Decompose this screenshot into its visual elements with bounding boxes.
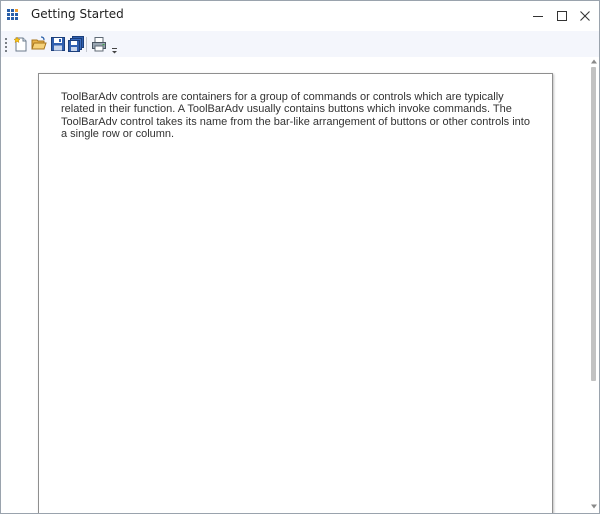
toolbar-overflow-button[interactable] [110,40,120,54]
scroll-thumb[interactable] [591,67,596,381]
open-button[interactable] [31,36,47,52]
app-grid-icon [7,9,20,22]
minimize-button[interactable] [526,1,550,31]
document-page: ToolBarAdv controls are containers for a… [38,73,553,513]
content-area: ToolBarAdv controls are containers for a… [1,57,589,513]
minimize-icon [533,16,543,17]
overflow-dropdown-icon [112,48,117,54]
vertical-scrollbar[interactable] [589,57,599,513]
new-document-icon [13,36,27,52]
toolbar [1,31,599,57]
maximize-button[interactable] [550,1,574,31]
scroll-up-arrow-icon[interactable] [591,59,597,64]
app-window: Getting Started ToolBarAdv controls are … [0,0,600,514]
print-button[interactable] [91,36,107,52]
save-button[interactable] [50,36,66,52]
title-bar[interactable]: Getting Started [1,1,599,31]
scroll-down-arrow-icon[interactable] [591,504,597,509]
window-title: Getting Started [31,7,124,21]
save-all-button[interactable] [68,36,84,52]
print-icon [92,37,106,52]
toolbar-separator [86,37,87,52]
open-folder-icon [31,36,47,50]
document-text: ToolBarAdv controls are containers for a… [61,91,530,141]
new-button[interactable] [13,36,29,52]
close-button[interactable] [573,1,597,31]
save-icon [51,37,65,51]
close-icon [580,11,590,21]
maximize-icon [557,11,567,21]
toolbar-grip[interactable] [5,38,8,52]
save-all-icon [68,36,84,52]
